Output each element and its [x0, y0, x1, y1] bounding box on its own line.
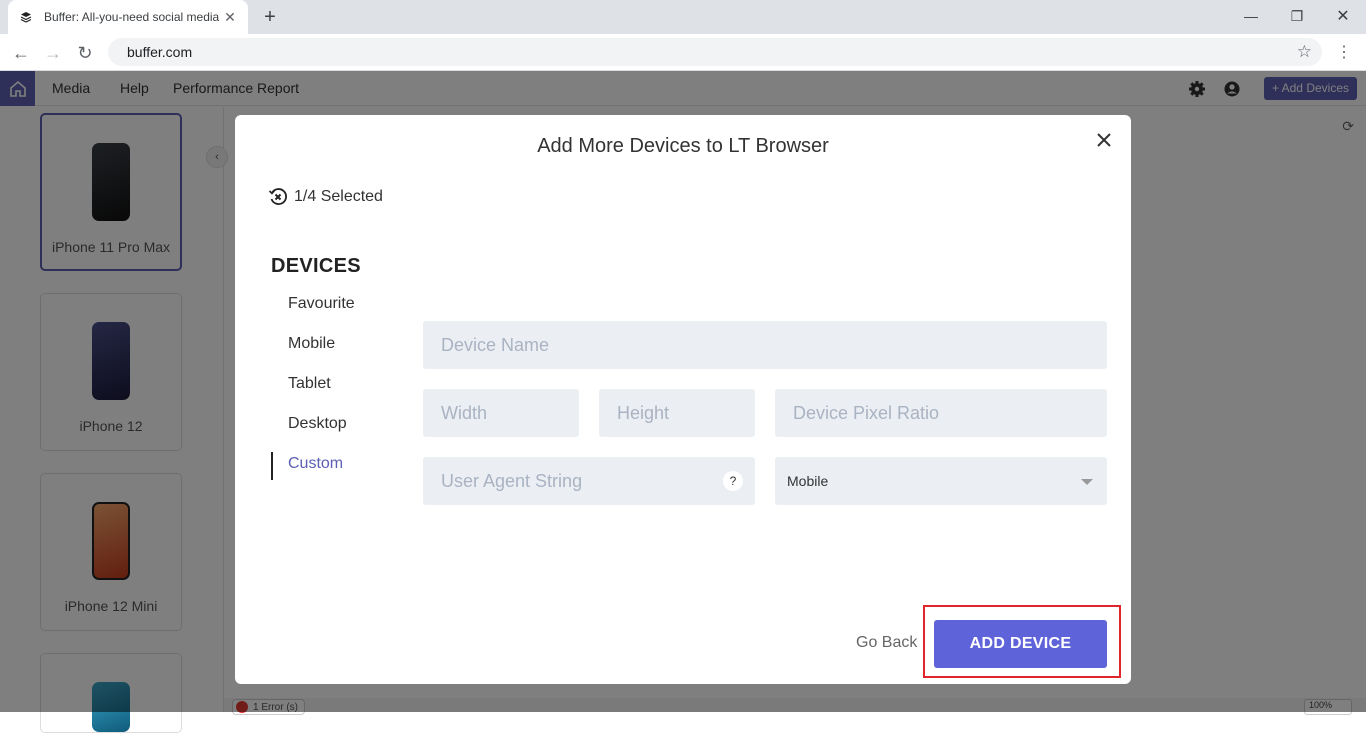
selected-count-label: 1/4 Selected [294, 188, 383, 205]
device-type-value: Mobile [787, 473, 829, 489]
browser-toolbar: ← → ↻ buffer.com ☆ ⋮ [0, 34, 1366, 71]
category-tablet[interactable]: Tablet [288, 375, 331, 393]
modal-title: Add More Devices to LT Browser [537, 135, 829, 157]
browser-tab[interactable]: Buffer: All-you-need social media ✕ [8, 0, 248, 34]
chevron-down-icon [1081, 479, 1093, 485]
highlight-annotation [923, 605, 1121, 678]
category-custom[interactable]: Custom [288, 455, 343, 473]
go-back-button[interactable]: Go Back [856, 634, 917, 652]
user-agent-input[interactable]: User Agent String ? [423, 457, 755, 505]
width-input[interactable]: Width [423, 389, 579, 437]
close-icon[interactable] [1093, 129, 1115, 151]
forward-button[interactable]: → [40, 40, 66, 66]
height-input[interactable]: Height [599, 389, 755, 437]
category-favourite[interactable]: Favourite [288, 295, 355, 313]
buffer-favicon-icon [18, 9, 34, 25]
new-tab-button[interactable]: + [258, 5, 282, 29]
clear-selection-icon[interactable] [268, 187, 288, 207]
category-desktop[interactable]: Desktop [288, 415, 347, 433]
device-type-select[interactable]: Mobile [775, 457, 1107, 505]
minimize-button[interactable]: — [1228, 0, 1274, 32]
help-icon[interactable]: ? [723, 471, 743, 491]
restore-button[interactable]: ❐ [1274, 0, 1320, 32]
devices-heading: DEVICES [271, 255, 361, 277]
user-agent-placeholder: User Agent String [441, 471, 583, 491]
browser-tabstrip: Buffer: All-you-need social media ✕ + — … [0, 0, 1366, 34]
browser-menu-icon[interactable]: ⋮ [1336, 42, 1352, 62]
device-pixel-ratio-input[interactable]: Device Pixel Ratio [775, 389, 1107, 437]
address-bar[interactable]: buffer.com [108, 38, 1322, 66]
category-mobile[interactable]: Mobile [288, 335, 335, 353]
bookmark-star-icon[interactable]: ☆ [1297, 38, 1312, 66]
reload-button[interactable]: ↻ [72, 40, 98, 66]
device-name-input[interactable]: Device Name [423, 321, 1107, 369]
add-devices-modal: Add More Devices to LT Browser 1/4 Selec… [235, 115, 1131, 684]
window-close-button[interactable]: ✕ [1320, 0, 1366, 32]
active-category-indicator [271, 452, 273, 480]
selected-count: 1/4 Selected [268, 187, 383, 207]
tab-close-icon[interactable]: ✕ [222, 9, 238, 26]
back-button[interactable]: ← [8, 40, 34, 66]
tab-title: Buffer: All-you-need social media [44, 10, 220, 24]
